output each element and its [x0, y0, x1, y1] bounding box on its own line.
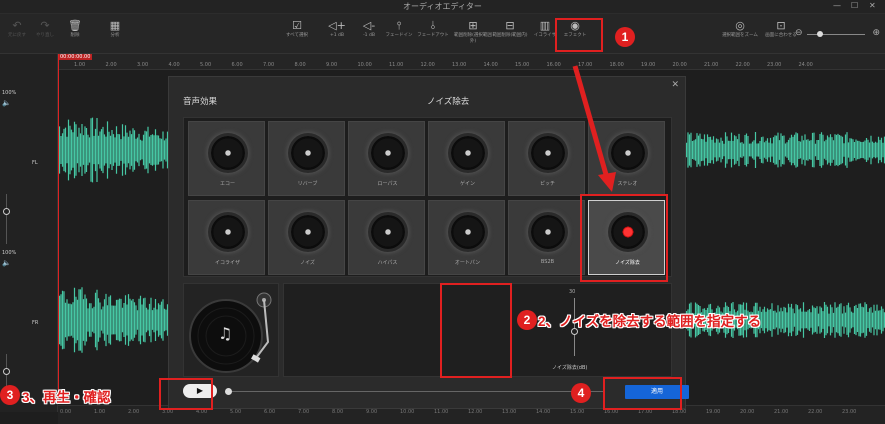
annotation-number-4: 4 — [571, 383, 591, 403]
annotation-number-3: 3 — [0, 385, 20, 405]
annotation-number-2: 2 — [517, 310, 537, 330]
annotation-text-3: 3、再生・確認 — [22, 390, 111, 405]
annotation-box-apply — [603, 377, 682, 410]
annotation-box-parameter — [440, 283, 512, 378]
annotation-text-2: 2、ノイズを除去する範囲を指定する — [538, 314, 762, 329]
annotation-box-play — [159, 378, 213, 410]
annotation-box-noise-removal — [580, 194, 668, 282]
